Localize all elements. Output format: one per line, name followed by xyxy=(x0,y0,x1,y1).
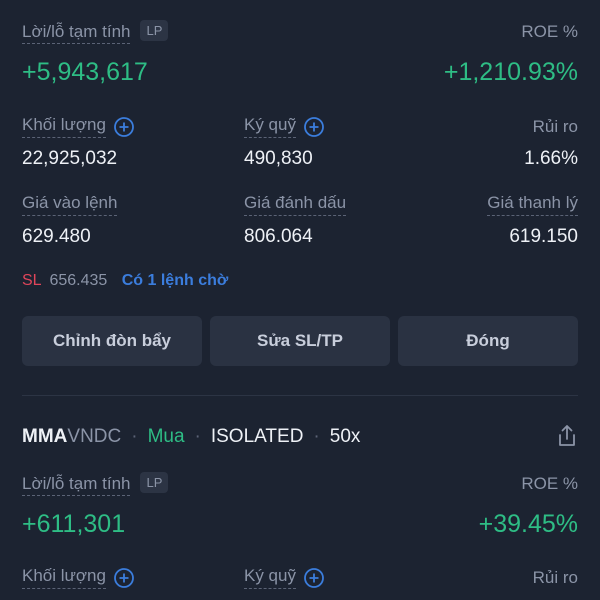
pending-orders-link[interactable]: Có 1 lệnh chờ xyxy=(122,272,229,289)
roe-value: +1,210.93% xyxy=(443,58,578,86)
adjust-leverage-button[interactable]: Chỉnh đòn bẩy xyxy=(22,316,202,366)
symbol-base: MMA xyxy=(22,426,68,447)
volume-label: Khối lượng xyxy=(22,566,106,589)
margin-value: 490,830 xyxy=(244,148,313,169)
lp-badge[interactable]: LP xyxy=(140,20,169,41)
add-margin-icon[interactable] xyxy=(304,567,324,588)
margin-mode-label: ISOLATED xyxy=(210,426,304,447)
position-divider xyxy=(22,395,578,396)
volume-label-row-2: Khối lượng xyxy=(22,566,134,589)
pnl-label: Lời/lỗ tạm tính xyxy=(22,474,131,496)
risk-label: Rủi ro xyxy=(532,568,578,587)
sl-row: SL 656.435 Có 1 lệnh chờ xyxy=(22,272,228,290)
entry-price-value: 629.480 xyxy=(22,226,91,247)
separator-dot: · xyxy=(131,426,138,447)
symbol-quote: VNDC xyxy=(67,426,122,447)
pnl-value: +5,943,617 xyxy=(22,58,148,86)
margin-label-row-2: Ký quỹ xyxy=(244,566,324,589)
pnl-label-row: Lời/lỗ tạm tính LP xyxy=(22,20,169,44)
margin-label: Ký quỹ xyxy=(244,566,296,589)
add-volume-icon[interactable] xyxy=(114,116,134,137)
separator-dot: · xyxy=(313,426,320,447)
pnl-value: +611,301 xyxy=(22,510,126,538)
share-icon[interactable] xyxy=(556,424,578,448)
separator-dot: · xyxy=(194,426,201,447)
add-margin-icon[interactable] xyxy=(304,116,324,137)
leverage-label: 50x xyxy=(329,426,361,447)
roe-value: +39.45% xyxy=(478,510,578,538)
risk-label: Rủi ro xyxy=(532,117,578,136)
margin-label: Ký quỹ xyxy=(244,115,296,138)
risk-value: 1.66% xyxy=(524,148,578,169)
close-position-button[interactable]: Đóng xyxy=(398,316,578,366)
volume-label-row: Khối lượng xyxy=(22,115,134,138)
mark-price-label: Giá đánh dấu xyxy=(244,193,347,216)
roe-label: ROE % xyxy=(521,474,578,493)
position-header: MMA VNDC · Mua · ISOLATED · 50x xyxy=(22,426,360,448)
sl-value: 656.435 xyxy=(49,272,108,289)
add-volume-icon[interactable] xyxy=(114,567,134,588)
side-label: Mua xyxy=(147,426,185,447)
pnl-label: Lời/lỗ tạm tính xyxy=(22,22,131,44)
lp-badge[interactable]: LP xyxy=(140,472,169,493)
pnl-label-row-2: Lời/lỗ tạm tính LP xyxy=(22,472,169,496)
volume-label: Khối lượng xyxy=(22,115,106,138)
edit-sltp-button[interactable]: Sửa SL/TP xyxy=(210,316,390,366)
roe-label: ROE % xyxy=(521,22,578,41)
mark-price-value: 806.064 xyxy=(244,226,313,247)
entry-price-label: Giá vào lệnh xyxy=(22,193,118,216)
margin-label-row: Ký quỹ xyxy=(244,115,324,138)
liquidation-price-value: 619.150 xyxy=(509,226,578,247)
volume-value: 22,925,032 xyxy=(22,148,118,169)
sl-label: SL xyxy=(22,272,41,289)
liquidation-price-label: Giá thanh lý xyxy=(487,193,578,216)
